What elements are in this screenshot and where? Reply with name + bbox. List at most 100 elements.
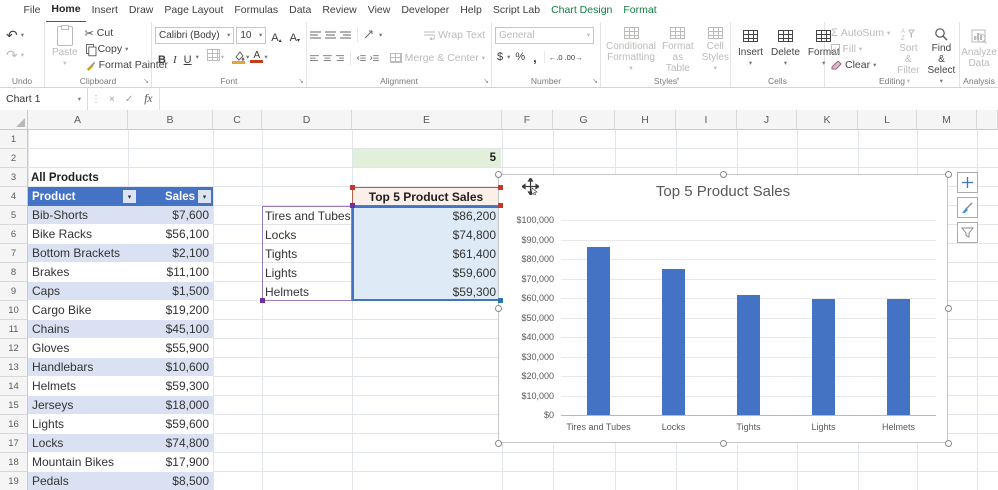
orientation-button[interactable] (364, 26, 375, 44)
name-box-dropdown-icon[interactable]: ▾ (78, 95, 81, 103)
products-header-product[interactable]: Product (32, 187, 75, 206)
borders-button[interactable] (207, 48, 220, 66)
row-header-18[interactable]: 18 (0, 453, 28, 472)
tab-view[interactable]: View (362, 0, 396, 22)
column-header-B[interactable]: B (128, 110, 213, 130)
chart-top5-product-sales[interactable]: Top 5 Product Sales$0$10,000$20,000$30,0… (498, 174, 948, 443)
row-header-2[interactable]: 2 (0, 149, 28, 168)
font-name-select[interactable]: Calibri (Body)▾ (155, 27, 234, 44)
number-format-select[interactable]: General▾ (495, 27, 594, 44)
table-row[interactable]: Jerseys$18,000 (28, 396, 213, 415)
tab-page-layout[interactable]: Page Layout (159, 0, 229, 22)
chart-title[interactable]: Top 5 Product Sales (499, 183, 947, 200)
row-header-9[interactable]: 9 (0, 282, 28, 301)
table-row[interactable]: Mountain Bikes$17,900 (28, 453, 213, 472)
row-header-14[interactable]: 14 (0, 377, 28, 396)
product-filter-button[interactable]: ▾ (123, 190, 136, 203)
tab-draw[interactable]: Draw (123, 0, 159, 22)
table-row[interactable]: Chains$45,100 (28, 320, 213, 339)
column-header-A[interactable]: A (28, 110, 128, 130)
row-header-17[interactable]: 17 (0, 434, 28, 453)
tab-chart-design[interactable]: Chart Design (546, 0, 618, 22)
column-header-H[interactable]: H (615, 110, 676, 130)
increase-font-button[interactable]: A▴ (268, 26, 284, 44)
column-header-I[interactable]: I (676, 110, 737, 130)
column-header-E[interactable]: E (352, 110, 502, 130)
table-row[interactable]: Handlebars$10,600 (28, 358, 213, 377)
column-header-G[interactable]: G (553, 110, 615, 130)
conditional-formatting-button[interactable]: Conditional Formatting▾ (604, 25, 658, 74)
underline-button[interactable]: U (181, 48, 195, 66)
table-row[interactable]: Cargo Bike$19,200 (28, 301, 213, 320)
font-size-select[interactable]: 10▾ (236, 27, 266, 44)
table-row[interactable]: Bottom Brackets$2,100 (28, 244, 213, 263)
bar-tights[interactable] (737, 295, 760, 415)
row-header-4[interactable]: 4 (0, 187, 28, 206)
chart-selection-handle[interactable] (495, 171, 502, 178)
align-right-icon[interactable] (336, 54, 345, 63)
tab-data[interactable]: Data (284, 0, 317, 22)
bar-locks[interactable] (662, 269, 685, 415)
fill-button[interactable]: ↓Fill▾ (828, 41, 893, 57)
row-header-12[interactable]: 12 (0, 339, 28, 358)
chart-selection-handle[interactable] (495, 440, 502, 447)
decrease-indent-icon[interactable] (357, 54, 366, 63)
row-header-3[interactable]: 3 (0, 168, 28, 187)
tab-format[interactable]: Format (618, 0, 662, 22)
align-top-icon[interactable] (310, 31, 321, 40)
undo-button[interactable]: ↶▾ (3, 26, 27, 45)
align-bottom-icon[interactable] (340, 31, 351, 40)
redo-button[interactable]: ↷▾ (3, 46, 27, 65)
table-row[interactable]: Caps$1,500 (28, 282, 213, 301)
chart-selection-handle[interactable] (720, 440, 727, 447)
table-row[interactable]: Gloves$55,900 (28, 339, 213, 358)
table-row[interactable]: Brakes$11,100 (28, 263, 213, 282)
percent-button[interactable]: % (512, 51, 528, 63)
row-header-15[interactable]: 15 (0, 396, 28, 415)
alignment-dialog-launcher[interactable]: ↘ (483, 77, 489, 85)
insert-function-button[interactable]: fx (138, 93, 158, 105)
chart-filters-button[interactable] (957, 222, 978, 243)
currency-button[interactable]: $ (495, 51, 505, 63)
increase-indent-icon[interactable] (370, 54, 379, 63)
chart-selection-handle[interactable] (495, 305, 502, 312)
column-header-J[interactable]: J (737, 110, 797, 130)
insert-cells-button[interactable]: Insert▾ (734, 25, 767, 74)
merge-center-button[interactable]: Merge & Center▾ (387, 49, 488, 68)
cell-styles-button[interactable]: Cell Styles▾ (698, 25, 733, 74)
tab-script-lab[interactable]: Script Lab (487, 0, 545, 22)
number-dialog-launcher[interactable]: ↘ (592, 77, 598, 85)
delete-cells-button[interactable]: Delete▾ (767, 25, 804, 74)
chart-elements-button[interactable] (957, 172, 978, 193)
row-header-7[interactable]: 7 (0, 244, 28, 263)
row-header-11[interactable]: 11 (0, 320, 28, 339)
table-row[interactable]: Helmets$59,300 (28, 377, 213, 396)
column-header-L[interactable]: L (858, 110, 917, 130)
select-all-button[interactable] (0, 110, 28, 130)
analyze-data-button[interactable]: Analyze Data (963, 25, 995, 69)
column-header-C[interactable]: C (213, 110, 262, 130)
chart-selection-handle[interactable] (945, 440, 952, 447)
tab-home[interactable]: Home (46, 0, 86, 23)
row-header-8[interactable]: 8 (0, 263, 28, 282)
tab-developer[interactable]: Developer (396, 0, 455, 22)
tab-help[interactable]: Help (455, 0, 488, 22)
sort-filter-button[interactable]: AZ Sort & Filter▾ (893, 25, 923, 74)
formula-input[interactable] (159, 88, 998, 110)
column-header-partial[interactable] (977, 110, 998, 130)
name-box[interactable]: Chart 1▾ (0, 88, 88, 110)
bar-lights[interactable] (812, 299, 835, 415)
clipboard-dialog-launcher[interactable]: ↘ (143, 77, 149, 85)
column-header-D[interactable]: D (262, 110, 352, 130)
align-left-icon[interactable] (310, 54, 319, 63)
chart-selection-handle[interactable] (945, 305, 952, 312)
italic-button[interactable]: I (170, 48, 180, 66)
row-header-16[interactable]: 16 (0, 415, 28, 434)
table-row[interactable]: Locks$74,800 (28, 434, 213, 453)
align-middle-icon[interactable] (325, 31, 336, 40)
wrap-text-button[interactable]: Wrap Text (421, 26, 488, 45)
tab-review[interactable]: Review (317, 0, 362, 22)
table-row[interactable]: Bib-Shorts$7,600 (28, 206, 213, 225)
column-header-M[interactable]: M (917, 110, 977, 130)
comma-button[interactable]: , (530, 50, 540, 65)
